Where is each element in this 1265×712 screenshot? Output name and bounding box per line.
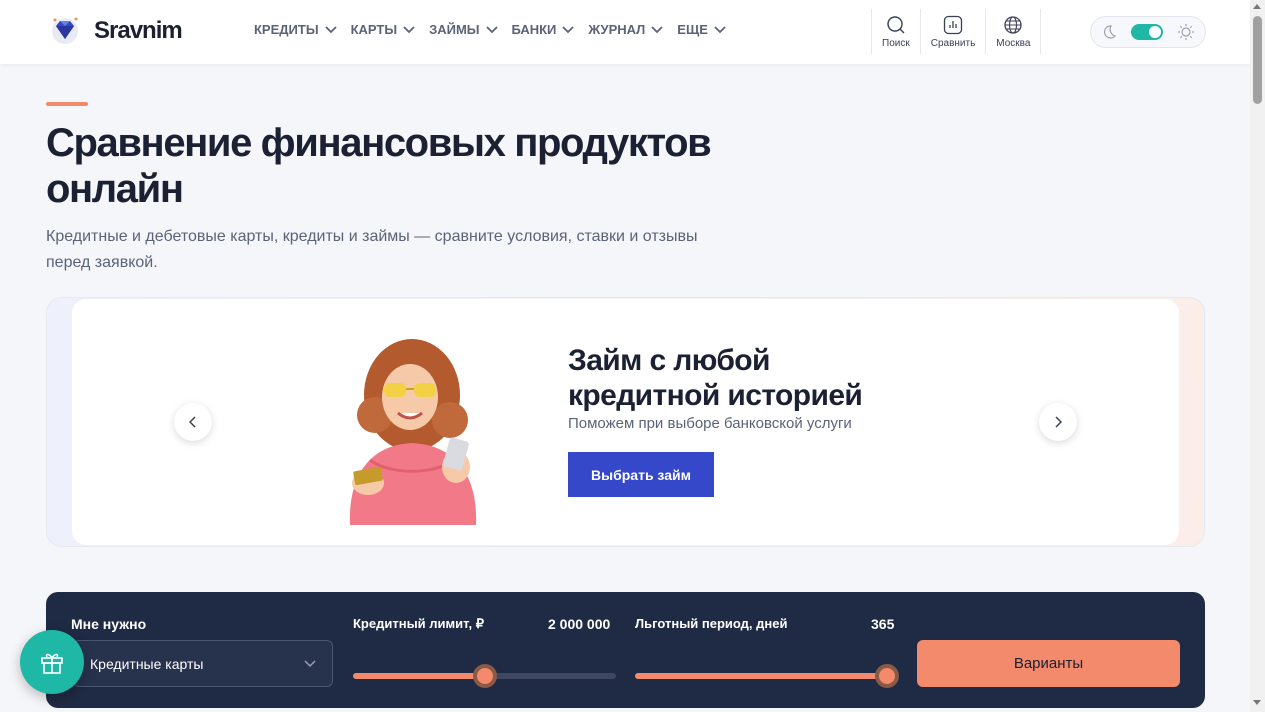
diamond-logo-icon (52, 17, 78, 44)
theme-toggle[interactable] (1131, 24, 1163, 40)
chevron-right-icon (1055, 416, 1062, 428)
choose-loan-button[interactable]: Выбрать займ (568, 452, 714, 497)
gift-icon (41, 653, 63, 674)
chevron-down-icon (485, 25, 498, 33)
chevron-left-icon (189, 416, 196, 428)
nav-item-loans[interactable]: ЗАЙМЫ (429, 22, 498, 37)
scroll-thumb[interactable] (1253, 16, 1262, 104)
moon-icon (1103, 25, 1117, 39)
brand-name: Sravnim (94, 17, 183, 44)
nav-item-journal[interactable]: ЖУРНАЛ (588, 22, 663, 37)
chevron-down-icon (403, 25, 415, 33)
chevron-down-icon (651, 25, 663, 33)
carousel-prev-button[interactable] (174, 403, 212, 441)
site-header: Sravnim КРЕДИТЫ КАРТЫ ЗАЙМЫ БАНКИ ЖУРНАЛ… (0, 0, 1250, 64)
theme-switch[interactable] (1090, 16, 1206, 48)
grace-period-label: Льготный период, дней (635, 616, 788, 631)
logo[interactable]: Sravnim (50, 14, 183, 48)
gift-button[interactable] (20, 630, 84, 694)
woman-with-card-illustration (349, 339, 477, 525)
chevron-down-icon (714, 25, 726, 33)
credit-limit-slider[interactable] (353, 664, 616, 688)
chevron-down-icon (562, 25, 575, 33)
grace-period-slider-fill (635, 673, 887, 679)
credit-limit-slider-knob[interactable] (473, 664, 497, 688)
header-tools: Поиск Сравнить Москва (871, 9, 1042, 54)
globe-icon (1004, 15, 1022, 34)
scroll-up-arrow-icon[interactable] (1253, 4, 1261, 9)
page-subtitle: Кредитные и дебетовые карты, кредиты и з… (46, 228, 698, 271)
main-nav: КРЕДИТЫ КАРТЫ ЗАЙМЫ БАНКИ ЖУРНАЛ ЕЩЕ (254, 22, 740, 37)
chart-icon (943, 15, 963, 34)
nav-item-label: БАНКИ (511, 22, 557, 37)
compare-button[interactable]: Сравнить (919, 9, 986, 54)
credit-limit-label: Кредитный лимит, ₽ (353, 616, 485, 631)
nav-item-more[interactable]: ЕЩЕ (677, 22, 726, 37)
city-label: Москва (996, 37, 1031, 49)
title-accent-line (46, 102, 88, 106)
compare-label: Сравнить (930, 37, 976, 49)
nav-item-cards[interactable]: КАРТЫ (351, 22, 416, 37)
chevron-down-icon (304, 659, 316, 667)
product-type-value: Кредитные карты (90, 655, 204, 672)
chevron-down-icon (324, 25, 337, 33)
show-variants-button[interactable]: Варианты (917, 640, 1180, 687)
city-button[interactable]: Москва (985, 9, 1042, 54)
credit-limit-value: 2 000 000 (548, 616, 611, 632)
credit-limit-slider-fill (353, 673, 485, 679)
grace-period-value: 365 (871, 616, 895, 632)
grace-period-slider[interactable] (635, 664, 899, 688)
nav-item-banks[interactable]: БАНКИ (512, 22, 575, 37)
product-type-select[interactable]: Кредитные карты (73, 640, 333, 687)
grace-period-slider-knob[interactable] (875, 664, 899, 688)
search-label: Поиск (882, 37, 910, 49)
nav-item-label: ЗАЙМЫ (429, 22, 480, 37)
nav-item-label: КРЕДИТЫ (254, 22, 319, 37)
search-button[interactable]: Поиск (871, 9, 920, 54)
sun-icon (1178, 24, 1194, 40)
promo-subtitle: Поможем при выборе банковской услуги (568, 415, 852, 432)
nav-item-label: ЕЩЕ (677, 22, 708, 37)
nav-item-label: КАРТЫ (350, 22, 398, 37)
page-title: Сравнение финансовых продуктов онлайн (46, 121, 712, 211)
promo-title: Займ с любой кредитной историей (568, 344, 863, 412)
carousel-next-button[interactable] (1039, 403, 1077, 441)
need-label: Мне нужно (71, 616, 147, 632)
page-scrollbar[interactable] (1250, 0, 1265, 712)
nav-item-label: ЖУРНАЛ (588, 22, 646, 37)
nav-item-credits[interactable]: КРЕДИТЫ (254, 22, 337, 37)
search-icon (887, 15, 905, 33)
scroll-down-arrow-icon[interactable] (1253, 700, 1261, 705)
